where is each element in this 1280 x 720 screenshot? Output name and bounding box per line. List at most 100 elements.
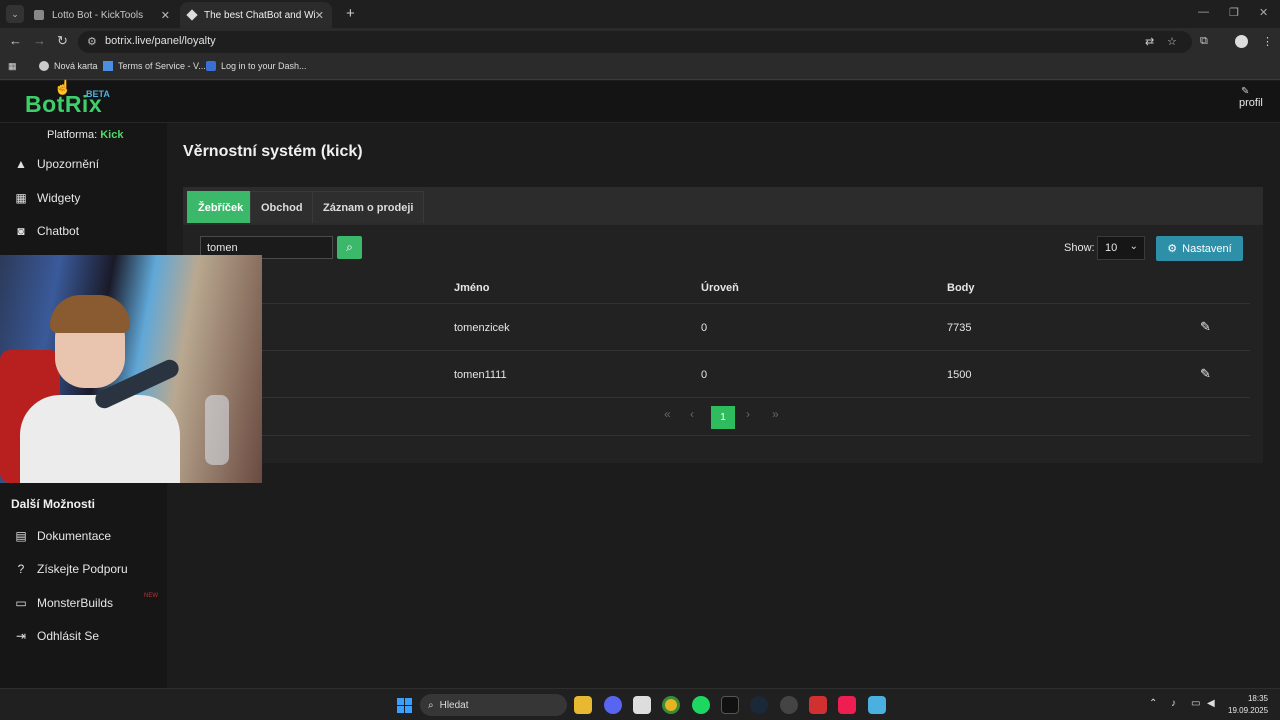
tray-expand-icon[interactable]: ⌃ xyxy=(1149,698,1157,709)
chevron-down-icon: ⌄ xyxy=(1129,241,1138,252)
obs-icon[interactable] xyxy=(780,696,798,714)
browser-tab-title: The best ChatBot and Widgets xyxy=(204,9,315,21)
spotify-icon[interactable] xyxy=(692,696,710,714)
bookmark-item[interactable]: Log in to your Dash... xyxy=(206,61,307,71)
first-page-icon[interactable]: « xyxy=(664,407,671,421)
restore-icon[interactable]: ❐ xyxy=(1229,6,1239,19)
browser-tab-2[interactable]: The best ChatBot and Widgets ✕ xyxy=(180,2,332,28)
table-row: tomenzicek 0 7735 ✎ xyxy=(183,304,1250,351)
reload-icon[interactable]: ↻ xyxy=(57,33,68,49)
page-size-value: 10 xyxy=(1105,242,1118,254)
bookmark-item[interactable]: Nová karta xyxy=(39,61,98,71)
search-icon: ⌕ xyxy=(346,240,353,254)
page-button-current[interactable]: 1 xyxy=(711,406,735,429)
tab-search-icon[interactable]: ⌄ xyxy=(6,5,24,23)
help-icon: ? xyxy=(17,562,25,576)
more-options-heading: Další Možnosti xyxy=(11,497,96,511)
menu-dots-icon[interactable]: ⋮ xyxy=(1262,35,1273,48)
sidebar-item-support[interactable]: ? Získejte Podporu xyxy=(13,558,128,580)
minimize-icon[interactable]: — xyxy=(1198,6,1209,18)
bookmark-label: Terms of Service - V... xyxy=(118,61,206,71)
bookmark-item[interactable]: Terms of Service - V... xyxy=(103,61,206,71)
sidebar-item-label: MonsterBuilds xyxy=(37,596,114,610)
next-page-icon[interactable]: › xyxy=(746,407,750,421)
close-tab-icon[interactable]: ✕ xyxy=(315,9,324,22)
sidebar-item-label: Získejte Podporu xyxy=(37,562,128,576)
bookmark-star-icon[interactable]: ☆ xyxy=(1167,35,1177,48)
logout-icon: ⇥ xyxy=(15,629,27,643)
close-window-icon[interactable]: ✕ xyxy=(1259,6,1268,19)
sidebar-item-label: Chatbot xyxy=(37,224,80,238)
loyalty-tabbar: Žebříček Obchod Záznam o prodeji xyxy=(183,187,1263,225)
new-tab-icon[interactable]: + xyxy=(346,5,355,22)
tab-sales-log[interactable]: Záznam o prodeji xyxy=(312,191,425,223)
browser-tab-title: Lotto Bot - KickTools xyxy=(52,9,144,21)
pagination: « ‹ 1 › » xyxy=(183,399,1250,436)
chrome-icon[interactable] xyxy=(662,696,680,714)
tab-leaderboard[interactable]: Žebříček xyxy=(187,191,255,223)
profile-link[interactable]: profil xyxy=(1239,97,1263,109)
cell-points: 1500 xyxy=(947,369,972,381)
show-label: Show: xyxy=(1064,242,1095,254)
sidebar-item-widgets[interactable]: ▦ Widgety xyxy=(13,187,80,209)
clock-date: 19.09.2025 xyxy=(1228,706,1269,715)
tf-app-icon[interactable] xyxy=(809,696,827,714)
browser-tab-1[interactable]: Lotto Bot - KickTools ✕ xyxy=(26,2,178,28)
table-row: tomen1111 0 1500 ✎ xyxy=(183,351,1250,398)
column-header-level[interactable]: Úroveň xyxy=(701,282,739,294)
taskbar-clock[interactable]: 18:35 19.09.2025 xyxy=(1228,693,1268,717)
column-header-points[interactable]: Body xyxy=(947,282,975,294)
edit-pencil-icon[interactable]: ✎ xyxy=(1200,366,1211,382)
sidebar-item-logout[interactable]: ⇥ Odhlásit Se xyxy=(13,625,99,647)
prev-page-icon[interactable]: ‹ xyxy=(690,407,694,421)
laptop-icon: ▭ xyxy=(15,596,27,610)
site-info-icon[interactable]: ⚙ xyxy=(87,35,97,48)
loyalty-card: Žebříček Obchod Záznam o prodeji ⌕ Show:… xyxy=(183,187,1263,463)
discord-icon[interactable] xyxy=(604,696,622,714)
tiktok-icon[interactable] xyxy=(838,696,856,714)
address-bar-row: ← → ↻ ⚙ botrix.live/panel/loyalty ⇄ ☆ ⧉ … xyxy=(0,28,1280,56)
sidebar-item-chatbot[interactable]: ◙ Chatbot xyxy=(13,220,79,242)
last-page-icon[interactable]: » xyxy=(772,407,779,421)
profile-pencil-icon[interactable]: ✎ xyxy=(1241,86,1249,97)
page-size-select[interactable]: 10 ⌄ xyxy=(1097,236,1145,260)
translate-icon[interactable]: ⇄ xyxy=(1145,35,1154,48)
botrix-favicon-icon xyxy=(186,9,198,21)
windows-start-icon[interactable] xyxy=(397,698,412,713)
steam-icon[interactable] xyxy=(750,696,768,714)
new-badge: NEW xyxy=(144,593,158,599)
kicktools-favicon-icon xyxy=(34,10,44,20)
microphone-icon[interactable]: ♪ xyxy=(1171,698,1176,709)
volume-icon[interactable]: ◀ xyxy=(1207,698,1215,709)
column-header-name[interactable]: Jméno xyxy=(454,282,489,294)
apps-grid-icon[interactable]: ▦ xyxy=(8,61,17,72)
sidebar-item-monsterbuilds[interactable]: ▭ MonsterBuilds xyxy=(13,592,113,614)
site-header: BotRix BETA ✎ profil xyxy=(0,81,1280,123)
settings-label: Nastavení xyxy=(1182,242,1232,255)
snipping-tool-icon[interactable] xyxy=(633,696,651,714)
sidebar-item-documentation[interactable]: ▤ Dokumentace xyxy=(13,525,111,547)
file-explorer-icon[interactable] xyxy=(574,696,592,714)
webcam-overlay xyxy=(0,255,262,483)
taskbar-search[interactable]: ⌕ Hledat xyxy=(420,694,567,716)
terminal-icon[interactable] xyxy=(721,696,739,714)
v-logo-icon xyxy=(103,61,113,71)
edit-pencil-icon[interactable]: ✎ xyxy=(1200,319,1211,335)
notepad-icon[interactable] xyxy=(868,696,886,714)
tab-shop[interactable]: Obchod xyxy=(250,191,314,223)
extensions-icon[interactable]: ⧉ xyxy=(1200,35,1208,48)
network-icon[interactable]: ▭ xyxy=(1191,698,1200,709)
forward-icon[interactable]: → xyxy=(33,33,46,48)
close-tab-icon[interactable]: ✕ xyxy=(161,9,170,22)
url-field[interactable]: ⚙ botrix.live/panel/loyalty xyxy=(78,31,1192,53)
bookmark-label: Nová karta xyxy=(54,61,98,71)
settings-button[interactable]: ⚙ Nastavení xyxy=(1156,236,1243,261)
sidebar-item-alerts[interactable]: ▲ Upozornění xyxy=(13,153,99,175)
widgets-icon: ▦ xyxy=(15,191,27,205)
back-icon[interactable]: ← xyxy=(9,33,22,48)
sidebar-item-label: Widgety xyxy=(37,191,81,205)
browser-tabstrip: ⌄ Lotto Bot - KickTools ✕ The best ChatB… xyxy=(0,0,1280,28)
webcam-person-hair xyxy=(50,295,130,333)
profile-avatar-icon[interactable] xyxy=(1235,35,1248,48)
search-button[interactable]: ⌕ xyxy=(337,236,362,259)
